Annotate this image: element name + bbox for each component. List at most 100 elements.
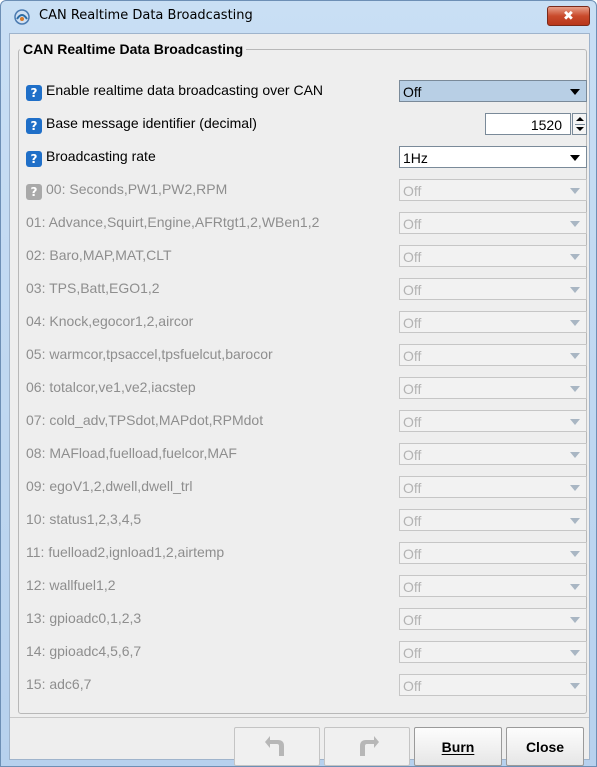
- message-label: 13: gpioadc0,1,2,3: [26, 610, 142, 626]
- chevron-down-icon: [564, 213, 586, 233]
- message-value: Off: [403, 678, 422, 694]
- rate-label: Broadcasting rate: [46, 148, 156, 164]
- message-row: 07: cold_adv,TPSdot,MAPdot,RPMdot Off: [10, 409, 591, 432]
- chevron-down-icon: [564, 444, 586, 464]
- chevron-down-icon: [564, 675, 586, 695]
- base-id-row: ? Base message identifier (decimal) 1520: [10, 112, 591, 135]
- close-button[interactable]: Close: [506, 727, 584, 766]
- message-value: Off: [403, 216, 422, 232]
- redo-icon: [360, 735, 379, 756]
- message-value: Off: [403, 480, 422, 496]
- rate-row: ? Broadcasting rate 1Hz: [10, 145, 591, 168]
- help-icon[interactable]: ?: [26, 151, 42, 167]
- message-value: Off: [403, 348, 422, 364]
- burn-button[interactable]: Burn: [414, 727, 502, 766]
- message-dropdown: Off: [399, 278, 587, 300]
- message-label: 12: wallfuel1,2: [26, 577, 116, 593]
- message-row: 14: gpioadc4,5,6,7 Off: [10, 640, 591, 663]
- message-row: 10: status1,2,3,4,5 Off: [10, 508, 591, 531]
- message-value: Off: [403, 612, 422, 628]
- message-value: Off: [403, 645, 422, 661]
- base-id-value: 1520: [530, 117, 562, 133]
- message-label: 14: gpioadc4,5,6,7: [26, 643, 142, 659]
- undo-button[interactable]: [234, 727, 320, 766]
- group-title: CAN Realtime Data Broadcasting: [20, 41, 247, 57]
- message-value: Off: [403, 513, 422, 529]
- message-row: 03: TPS,Batt,EGO1,2 Off: [10, 277, 591, 300]
- message-dropdown: Off: [399, 377, 587, 399]
- message-value: Off: [403, 183, 422, 199]
- message-dropdown: Off: [399, 575, 587, 597]
- spin-up-icon[interactable]: [575, 114, 585, 124]
- chevron-down-icon[interactable]: [564, 147, 586, 167]
- message-value: Off: [403, 546, 422, 562]
- chevron-down-icon: [564, 609, 586, 629]
- enable-dropdown[interactable]: Off: [399, 80, 587, 102]
- message-dropdown: Off: [399, 212, 587, 234]
- message-value: Off: [403, 414, 422, 430]
- message-dropdown: Off: [399, 542, 587, 564]
- chevron-down-icon: [564, 576, 586, 596]
- message-row: 08: MAFload,fuelload,fuelcor,MAF Off: [10, 442, 591, 465]
- dialog-window: CAN Realtime Data Broadcasting ✖ CAN Rea…: [0, 0, 597, 767]
- message-value: Off: [403, 315, 422, 331]
- chevron-down-icon: [564, 477, 586, 497]
- help-icon: ?: [26, 184, 42, 200]
- button-bar: Burn Close: [10, 717, 589, 766]
- message-label: 06: totalcor,ve1,ve2,iacstep: [26, 379, 196, 395]
- window-title: CAN Realtime Data Broadcasting: [39, 8, 253, 23]
- redo-button[interactable]: [324, 727, 410, 766]
- burn-label: Burn: [441, 738, 475, 755]
- spin-down-icon[interactable]: [575, 124, 585, 134]
- chevron-down-icon: [564, 378, 586, 398]
- message-label: 04: Knock,egocor1,2,aircor: [26, 313, 194, 329]
- message-label: 11: fuelload2,ignload1,2,airtemp: [26, 544, 225, 560]
- message-row: 01: Advance,Squirt,Engine,AFRtgt1,2,WBen…: [10, 211, 591, 234]
- message-row: ? 00: Seconds,PW1,PW2,RPM Off: [10, 178, 591, 201]
- message-row: 02: Baro,MAP,MAT,CLT Off: [10, 244, 591, 267]
- rate-dropdown[interactable]: 1Hz: [399, 146, 587, 168]
- app-icon: [14, 9, 30, 25]
- chevron-down-icon: [564, 543, 586, 563]
- message-dropdown: Off: [399, 476, 587, 498]
- message-dropdown: Off: [399, 179, 587, 201]
- message-row: 13: gpioadc0,1,2,3 Off: [10, 607, 591, 630]
- message-label: 10: status1,2,3,4,5: [26, 511, 142, 527]
- message-row: 09: egoV1,2,dwell,dwell_trl Off: [10, 475, 591, 498]
- message-label: 00: Seconds,PW1,PW2,RPM: [46, 181, 228, 197]
- rate-label-wrap: ? Broadcasting rate: [26, 148, 156, 167]
- message-row: 11: fuelload2,ignload1,2,airtemp Off: [10, 541, 591, 564]
- chevron-down-icon: [564, 312, 586, 332]
- message-row: 06: totalcor,ve1,ve2,iacstep Off: [10, 376, 591, 399]
- message-label: 02: Baro,MAP,MAT,CLT: [26, 247, 172, 263]
- spinner-buttons: [572, 113, 587, 135]
- message-row: 05: warmcor,tpsaccel,tpsfuelcut,barocor …: [10, 343, 591, 366]
- message-value: Off: [403, 447, 422, 463]
- message-label: 15: adc6,7: [26, 676, 92, 692]
- enable-label: Enable realtime data broadcasting over C…: [46, 82, 324, 98]
- help-icon[interactable]: ?: [26, 85, 42, 101]
- message-label: 09: egoV1,2,dwell,dwell_trl: [26, 478, 193, 494]
- close-icon: ✖: [563, 8, 574, 24]
- chevron-down-icon[interactable]: [564, 81, 586, 101]
- message-label: 03: TPS,Batt,EGO1,2: [26, 280, 160, 296]
- message-value: Off: [403, 381, 422, 397]
- base-id-input[interactable]: 1520: [485, 113, 571, 135]
- message-value: Off: [403, 249, 422, 265]
- base-id-label-wrap: ? Base message identifier (decimal): [26, 115, 257, 134]
- message-row: 04: Knock,egocor1,2,aircor Off: [10, 310, 591, 333]
- message-label: 08: MAFload,fuelload,fuelcor,MAF: [26, 445, 237, 461]
- chevron-down-icon: [564, 411, 586, 431]
- close-window-button[interactable]: ✖: [547, 6, 590, 26]
- message-label: 01: Advance,Squirt,Engine,AFRtgt1,2,WBen…: [26, 214, 320, 230]
- message-value: Off: [403, 282, 422, 298]
- enable-row: ? Enable realtime data broadcasting over …: [10, 79, 591, 102]
- message-dropdown: Off: [399, 410, 587, 432]
- title-bar[interactable]: CAN Realtime Data Broadcasting ✖: [1, 1, 596, 33]
- enable-label-wrap: ? Enable realtime data broadcasting over …: [26, 82, 323, 101]
- help-icon[interactable]: ?: [26, 118, 42, 134]
- chevron-down-icon: [564, 642, 586, 662]
- message-dropdown: Off: [399, 641, 587, 663]
- message-label: 07: cold_adv,TPSdot,MAPdot,RPMdot: [26, 412, 264, 428]
- message-dropdown: Off: [399, 344, 587, 366]
